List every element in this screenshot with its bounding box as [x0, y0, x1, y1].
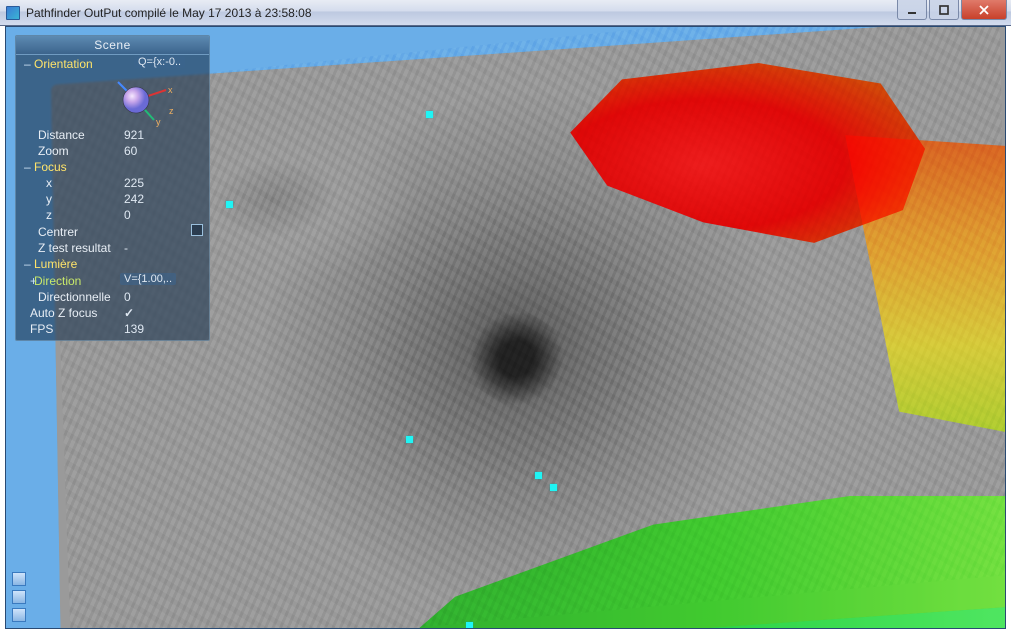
fps-value: 139	[124, 322, 203, 336]
close-button[interactable]	[961, 0, 1007, 20]
zoom-label: Zoom	[24, 144, 124, 158]
focus-z-value[interactable]: 0	[124, 208, 203, 222]
terrain-marker[interactable]	[535, 472, 542, 479]
maximize-button[interactable]	[929, 0, 959, 20]
corner-tool-c[interactable]	[12, 608, 26, 622]
app-icon	[6, 6, 20, 20]
terrain-marker[interactable]	[406, 436, 413, 443]
scene-panel[interactable]: Scene – Orientation Q={x:-0.. x	[15, 35, 210, 341]
collapse-icon[interactable]: –	[24, 257, 34, 271]
autoz-label: Auto Z focus	[24, 306, 124, 320]
directionnelle-value[interactable]: 0	[124, 290, 203, 304]
axis-y-label: y	[156, 117, 161, 127]
focus-y-value[interactable]: 242	[124, 192, 203, 206]
axis-z-label: z	[169, 106, 174, 116]
corner-toolbar	[12, 572, 26, 622]
zoom-value[interactable]: 60	[124, 144, 203, 158]
expand-icon[interactable]: +	[24, 274, 34, 288]
fps-label: FPS	[24, 322, 124, 336]
focus-x-value[interactable]: 225	[124, 176, 203, 190]
collapse-icon[interactable]: –	[24, 160, 34, 174]
terrain-marker[interactable]	[466, 622, 473, 629]
ztest-value: -	[124, 241, 203, 255]
collapse-icon[interactable]: –	[24, 57, 34, 71]
axis-x-label: x	[168, 85, 173, 95]
window-titlebar[interactable]: Pathfinder OutPut compilé le May 17 2013…	[0, 0, 1011, 26]
minimize-button[interactable]	[897, 0, 927, 20]
focus-y-label: y	[24, 192, 124, 206]
section-focus[interactable]: Focus	[34, 160, 134, 174]
section-orientation[interactable]: Orientation	[34, 57, 134, 71]
terrain-marker[interactable]	[226, 201, 233, 208]
centrer-checkbox[interactable]	[191, 224, 203, 236]
corner-tool-b[interactable]	[12, 590, 26, 604]
ztest-label: Z test resultat	[24, 241, 124, 255]
corner-tool-a[interactable]	[12, 572, 26, 586]
section-lumiere[interactable]: Lumière	[34, 257, 134, 271]
directionnelle-label: Directionnelle	[24, 290, 124, 304]
direction-label[interactable]: Direction	[34, 274, 120, 288]
focus-z-label: z	[24, 208, 124, 222]
window-title: Pathfinder OutPut compilé le May 17 2013…	[26, 6, 312, 20]
panel-title[interactable]: Scene	[16, 36, 209, 55]
quaternion-value[interactable]: Q={x:-0..	[134, 56, 185, 68]
terrain-marker[interactable]	[426, 111, 433, 118]
distance-label: Distance	[24, 128, 124, 142]
autoz-value[interactable]: ✓	[124, 306, 203, 320]
centrer-label: Centrer	[24, 225, 124, 239]
direction-value[interactable]: V={1.00,..	[120, 273, 176, 285]
distance-value[interactable]: 921	[124, 128, 203, 142]
focus-x-label: x	[24, 176, 124, 190]
viewport[interactable]: Scene – Orientation Q={x:-0.. x	[5, 26, 1006, 629]
orientation-gizmo[interactable]: x y z	[106, 72, 176, 127]
terrain-marker[interactable]	[550, 484, 557, 491]
